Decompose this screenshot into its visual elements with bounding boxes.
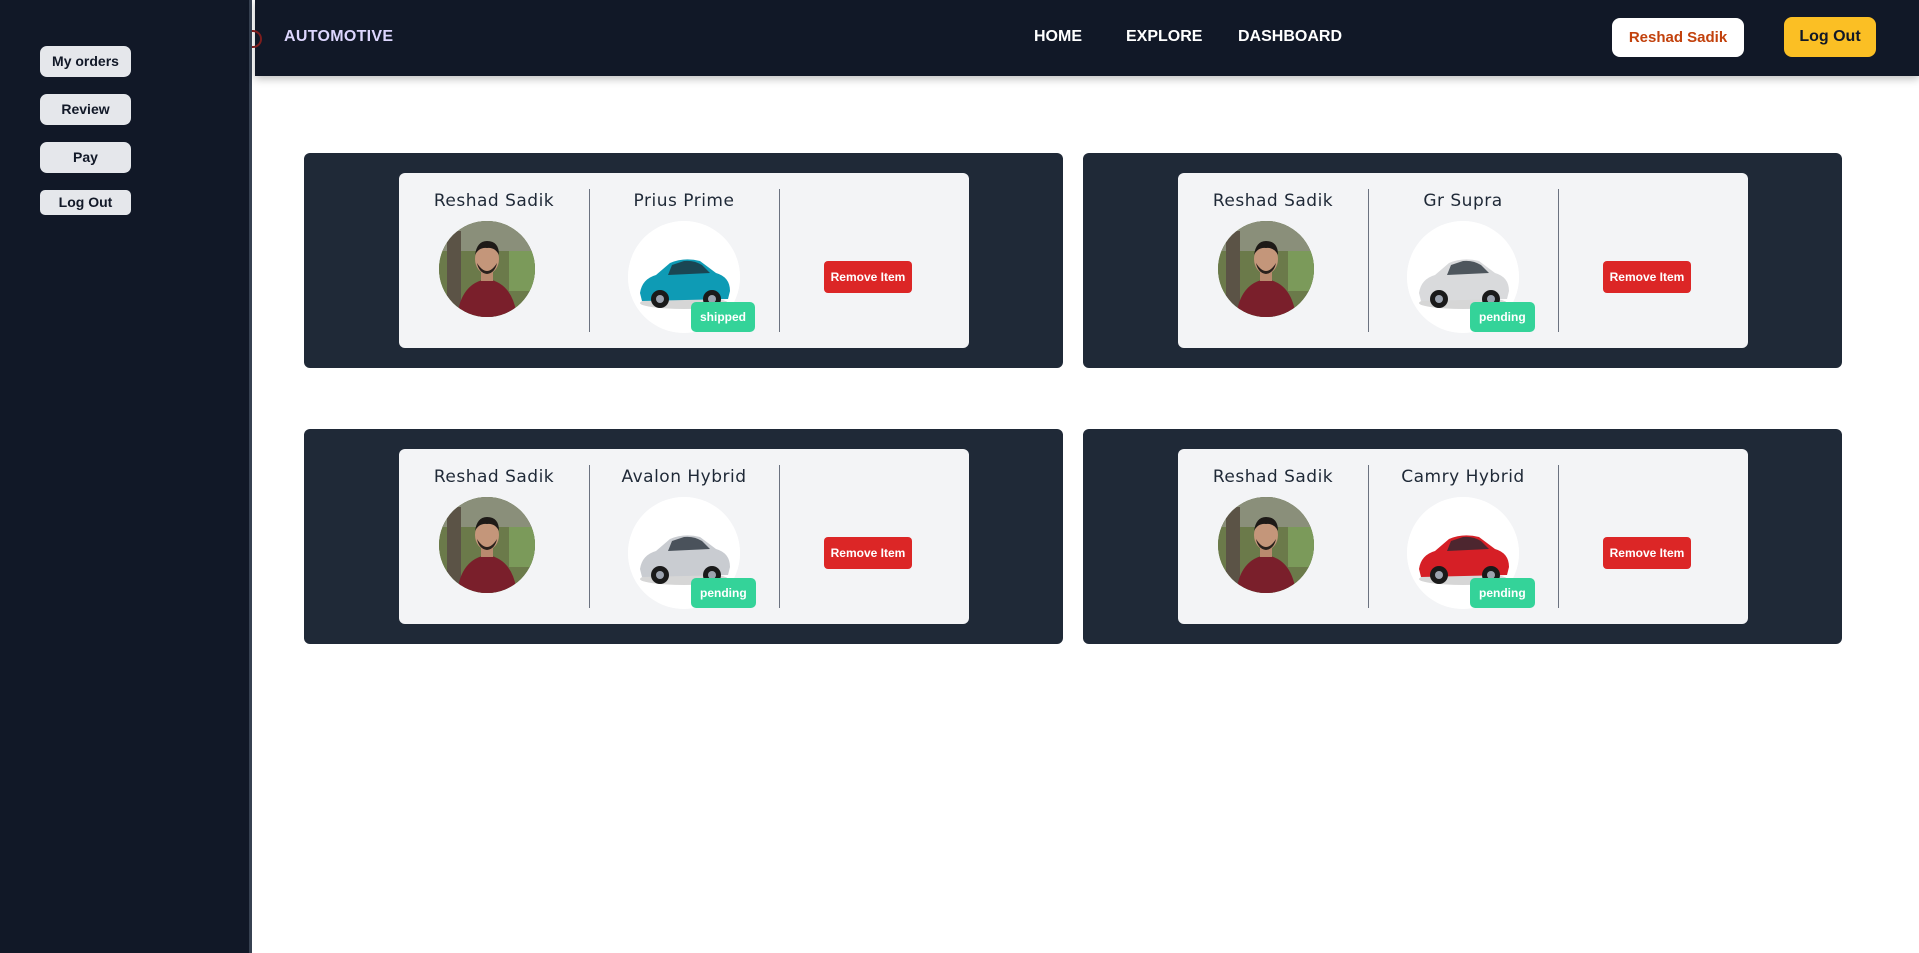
logout-button[interactable]: Log Out <box>1784 17 1876 57</box>
order-card-inner: Reshad Sadik Prius Prime shipped Remove … <box>399 173 969 348</box>
order-product-column: Avalon Hybrid pending <box>589 449 779 624</box>
column-divider <box>779 465 780 608</box>
sidebar: My orders Review Pay Log Out <box>0 0 252 953</box>
order-card: Reshad Sadik Camry Hybrid pending Remove… <box>1083 429 1842 644</box>
user-avatar <box>1218 221 1314 317</box>
order-card: Reshad Sadik Gr Supra pending Remove Ite… <box>1083 153 1842 368</box>
sidebar-item-pay[interactable]: Pay <box>40 142 131 173</box>
order-card-inner: Reshad Sadik Avalon Hybrid pending Remov… <box>399 449 969 624</box>
order-product-name: Prius Prime <box>633 191 735 211</box>
sidebar-menu: My orders Review Pay Log Out <box>40 46 131 215</box>
order-user-column: Reshad Sadik <box>1178 173 1368 348</box>
status-badge: pending <box>1470 302 1535 332</box>
order-card-inner: Reshad Sadik Gr Supra pending Remove Ite… <box>1178 173 1748 348</box>
order-product-column: Gr Supra pending <box>1368 173 1558 348</box>
nav-dashboard[interactable]: DASHBOARD <box>1238 28 1342 46</box>
order-user-name: Reshad Sadik <box>433 191 555 211</box>
user-avatar <box>1218 497 1314 593</box>
remove-item-button[interactable]: Remove Item <box>824 537 912 569</box>
remove-item-button[interactable]: Remove Item <box>1603 537 1691 569</box>
column-divider <box>1558 189 1559 332</box>
order-product-name: Camry Hybrid <box>1401 467 1525 487</box>
order-product-column: Camry Hybrid pending <box>1368 449 1558 624</box>
order-product-name: Avalon Hybrid <box>621 467 747 487</box>
brand-name[interactable]: AUTOMOTIVE <box>284 28 393 46</box>
order-user-column: Reshad Sadik <box>399 449 589 624</box>
order-user-column: Reshad Sadik <box>1178 449 1368 624</box>
nav-explore[interactable]: EXPLORE <box>1126 28 1202 46</box>
order-user-name: Reshad Sadik <box>433 467 555 487</box>
order-product-name: Gr Supra <box>1423 191 1503 211</box>
user-avatar <box>439 221 535 317</box>
column-divider <box>779 189 780 332</box>
sidebar-item-my-orders[interactable]: My orders <box>40 46 131 77</box>
user-avatar <box>439 497 535 593</box>
status-badge: pending <box>691 578 756 608</box>
order-card: Reshad Sadik Avalon Hybrid pending Remov… <box>304 429 1063 644</box>
order-user-name: Reshad Sadik <box>1212 467 1334 487</box>
order-product-column: Prius Prime shipped <box>589 173 779 348</box>
remove-item-button[interactable]: Remove Item <box>1603 261 1691 293</box>
order-card: Reshad Sadik Prius Prime shipped Remove … <box>304 153 1063 368</box>
sidebar-item-log-out[interactable]: Log Out <box>40 190 131 215</box>
order-user-name: Reshad Sadik <box>1212 191 1334 211</box>
remove-item-button[interactable]: Remove Item <box>824 261 912 293</box>
status-badge: shipped <box>691 302 756 332</box>
order-card-inner: Reshad Sadik Camry Hybrid pending Remove… <box>1178 449 1748 624</box>
nav-home[interactable]: HOME <box>1034 28 1082 46</box>
column-divider <box>1558 465 1559 608</box>
status-badge: pending <box>1470 578 1535 608</box>
user-name-button[interactable]: Reshad Sadik <box>1612 18 1744 57</box>
order-user-column: Reshad Sadik <box>399 173 589 348</box>
sidebar-item-review[interactable]: Review <box>40 94 131 125</box>
